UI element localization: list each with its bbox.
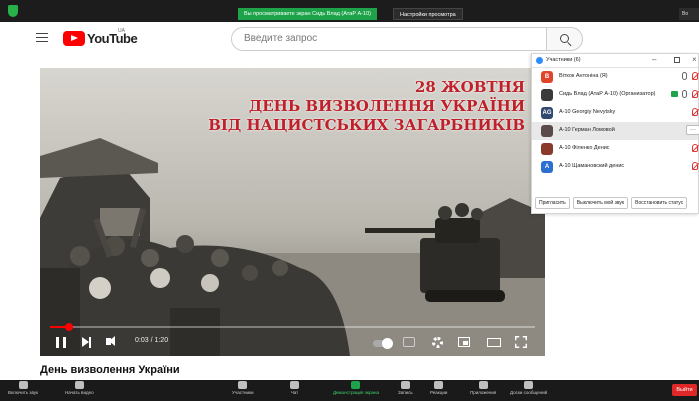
toolbar-item[interactable]: Реакции [430,381,447,395]
toolbar-label: Демонстрация экрана [333,390,379,395]
toolbar-item[interactable]: Запись [398,381,413,395]
caption-line-3: ВІД НАЦИСТСЬКИХ ЗАГАРБНИКІВ [208,116,525,134]
toolbar-label: Чат [290,390,299,395]
toolbar-icon [434,381,444,389]
participant-avatar [541,89,553,101]
toolbar-item[interactable]: Начать видео [65,381,94,395]
caption-date: 28 ЖОВТНЯ [414,78,525,96]
participant-row[interactable]: А А-10 Щамановский денис [532,158,698,176]
zoom-top-strip: Вы просматриваете экран Сидь Влад (АтаР … [0,0,699,22]
participants-header: Участники (6) – × [532,54,698,68]
participant-name: Сидь Влад (АтаР А-10) (Организатор) [559,91,656,97]
participants-panel: Участники (6) – × В Віткок Антоніна (Я) Си… [531,53,699,214]
participant-row[interactable]: А-10 Герман Ломовой ··· [532,122,699,140]
miniplayer-icon[interactable] [458,337,470,347]
close-button[interactable]: × [692,55,697,64]
exit-button[interactable]: Выйти [672,384,697,396]
toolbar-label: Начать видео [65,390,94,395]
region-code: UA [118,28,125,34]
toolbar-item[interactable]: Включить звук [8,381,38,395]
video-player[interactable]: 28 ЖОВТНЯ ДЕНЬ ВИЗВОЛЕННЯ УКРАЇНИ ВІД НА… [40,68,545,356]
participant-row[interactable]: Сидь Влад (АтаР А-10) (Организатор) [532,86,698,104]
zoom-toolbar: Включить звук Начать видео Участники Чат Дем… [0,380,699,401]
invite-button[interactable]: Пригласить [535,197,570,209]
restore-status-button[interactable]: Восстановить статус [631,197,688,209]
progress-bar[interactable] [50,323,535,331]
participant-row[interactable]: AG А-10 Georgiy Nevytsky [532,104,698,122]
participant-avatar [541,125,553,137]
maximize-icon[interactable] [674,57,680,63]
video-caption: 28 ЖОВТНЯ ДЕНЬ ВИЗВОЛЕННЯ УКРАЇНИ ВІД НА… [208,78,525,135]
participant-avatar: В [541,71,553,83]
gear-icon[interactable] [432,337,443,348]
toolbar-label: Включить звук [8,390,39,395]
youtube-logo[interactable]: YouTube UA [63,28,138,46]
mic-muted-icon [692,162,698,170]
participant-avatar [541,143,553,155]
toolbar-icon [478,381,488,389]
zoom-logo-icon [536,57,543,64]
search-icon [560,34,569,43]
participant-name: А-10 Герман Ломовой [559,127,615,133]
toolbar-item[interactable]: Участники [232,381,254,395]
participant-avatar: AG [541,107,553,119]
toolbar-label: Приложения [470,390,497,395]
participants-footer: Пригласить Выключить мой звук Восстанови… [535,197,688,209]
participant-name: Віткок Антоніна (Я) [559,73,608,79]
video-off-icon [692,90,698,98]
caption-line-2: ДЕНЬ ВИЗВОЛЕННЯ УКРАЇНИ [248,97,525,115]
search-input[interactable]: Введите запрос [231,27,547,51]
top-right-stub[interactable]: Во [679,8,699,20]
pause-icon[interactable] [56,337,66,348]
toolbar-icon [524,381,534,389]
view-options-button[interactable]: Настройки просмотра [393,8,463,20]
mic-muted-icon [692,108,698,116]
screen-share-icon [671,91,678,97]
toolbar-item[interactable]: Чат [290,381,299,395]
mute-me-button[interactable]: Выключить мой звук [572,197,629,209]
subtitles-icon[interactable] [403,337,415,347]
hamburger-menu-icon[interactable] [36,33,48,42]
toolbar-label: Участники [232,390,254,395]
participant-avatar: А [541,161,553,173]
autoplay-toggle-icon[interactable] [373,338,393,349]
youtube-header: YouTube UA Введите запрос [0,22,699,55]
toolbar-label: Доски сообщений [510,390,548,395]
toolbar-icon [351,381,361,389]
toolbar-item[interactable]: Приложения [470,381,496,395]
toolbar-icon [238,381,248,389]
mic-icon [682,90,687,98]
toolbar-item[interactable]: Демонстрация экрана [333,381,379,395]
video-title: День визволення України [40,364,180,376]
mic-muted-icon [692,144,698,152]
toolbar-item[interactable]: Доски сообщений [510,381,547,395]
share-banner: Вы просматриваете экран Сидь Влад (АтаР … [238,8,377,20]
search-button[interactable] [547,27,583,51]
theater-mode-icon[interactable] [487,338,501,347]
participant-row[interactable]: А-10 Філенко Денис [532,140,698,158]
screen: Вы просматриваете экран Сидь Влад (АтаР … [0,0,699,401]
security-shield-icon[interactable] [8,5,18,17]
toolbar-icon [74,381,84,389]
mic-icon [682,72,687,80]
video-off-icon [692,72,698,80]
youtube-play-icon [63,30,85,46]
participant-row[interactable]: В Віткок Антоніна (Я) [532,68,698,86]
toolbar-icon [400,381,410,389]
next-icon[interactable] [82,336,91,348]
toolbar-icon [290,381,299,389]
participants-list: В Віткок Антоніна (Я) Сидь Влад (АтаР А-10… [532,68,699,176]
volume-icon[interactable] [106,336,115,346]
youtube-wordmark: YouTube [87,30,138,46]
participants-title: Участники (6) [546,57,581,63]
participant-name: А-10 Georgiy Nevytsky [559,109,616,115]
participant-name: А-10 Філенко Денис [559,145,610,151]
participant-name: А-10 Щамановский денис [559,163,625,169]
toolbar-label: Реакции [430,390,448,395]
more-options-button[interactable]: ··· [686,125,699,135]
toolbar-label: Запись [398,390,413,395]
toolbar-icon [18,381,28,389]
time-display: 0:03 / 1:20 [135,337,169,344]
minimize-button[interactable]: – [652,55,656,64]
